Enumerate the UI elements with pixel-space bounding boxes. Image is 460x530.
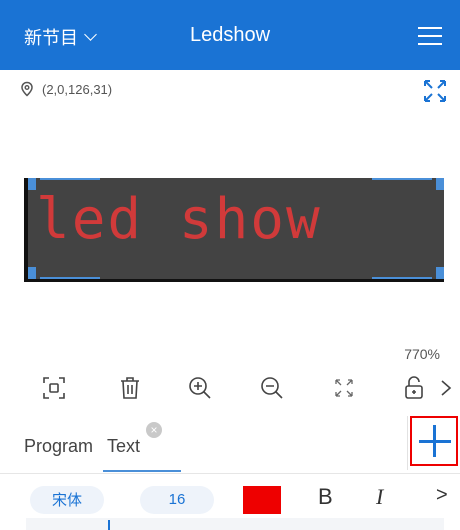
text-color-swatch[interactable] bbox=[243, 486, 281, 514]
resize-handle[interactable] bbox=[436, 267, 444, 279]
expand-icon[interactable] bbox=[422, 78, 448, 104]
fullscreen-icon bbox=[335, 379, 353, 397]
trash-icon bbox=[121, 377, 139, 399]
item-tabs: Program Text × bbox=[0, 412, 460, 474]
more-format-button[interactable]: > bbox=[436, 484, 448, 507]
zoom-in-icon bbox=[189, 377, 211, 399]
tab-text[interactable]: Text bbox=[107, 436, 140, 457]
resize-handle[interactable] bbox=[28, 178, 36, 190]
menu-icon bbox=[418, 27, 442, 29]
program-selector-label: 新节目 bbox=[24, 28, 78, 49]
bold-button[interactable]: B bbox=[318, 484, 333, 510]
led-text: led show bbox=[36, 187, 322, 252]
selection-edge bbox=[372, 178, 432, 180]
add-item-button[interactable] bbox=[410, 416, 458, 466]
fullscreen-button[interactable] bbox=[328, 372, 360, 404]
font-family-select[interactable]: 宋体 bbox=[30, 486, 104, 514]
fit-screen-icon bbox=[43, 377, 65, 399]
top-app-bar: 新节目 Ledshow bbox=[0, 0, 460, 70]
text-input[interactable] bbox=[26, 518, 444, 530]
close-tab-icon[interactable]: × bbox=[146, 422, 162, 438]
fit-screen-button[interactable] bbox=[38, 372, 70, 404]
location-pin-icon bbox=[21, 81, 33, 97]
selection-edge bbox=[40, 277, 100, 279]
zoom-out-icon bbox=[261, 377, 283, 399]
divider bbox=[407, 416, 408, 470]
zoom-level: 770% bbox=[404, 346, 440, 362]
italic-button[interactable]: I bbox=[376, 484, 383, 510]
more-tools-button[interactable] bbox=[430, 372, 454, 404]
lock-button[interactable] bbox=[398, 372, 430, 404]
resize-handle[interactable] bbox=[28, 267, 36, 279]
selection-edge bbox=[372, 277, 432, 279]
position-readout: (2,0,126,31) bbox=[18, 80, 112, 98]
menu-button[interactable] bbox=[416, 22, 444, 50]
delete-button[interactable] bbox=[114, 372, 146, 404]
tab-program[interactable]: Program bbox=[24, 436, 93, 457]
chevron-down-icon bbox=[84, 27, 97, 41]
font-size-select[interactable]: 16 bbox=[140, 486, 214, 514]
selection-edge bbox=[40, 178, 100, 180]
resize-handle[interactable] bbox=[436, 178, 444, 190]
active-tab-indicator bbox=[103, 470, 181, 472]
unlock-icon bbox=[405, 376, 423, 399]
zoom-in-button[interactable] bbox=[184, 372, 216, 404]
text-caret bbox=[108, 520, 110, 530]
program-selector[interactable]: 新节目 bbox=[24, 22, 97, 52]
led-preview[interactable]: led show bbox=[24, 178, 444, 282]
chevron-right-icon bbox=[441, 380, 452, 396]
edit-toolbar bbox=[0, 372, 460, 408]
position-value: (2,0,126,31) bbox=[42, 81, 113, 97]
zoom-out-button[interactable] bbox=[256, 372, 288, 404]
